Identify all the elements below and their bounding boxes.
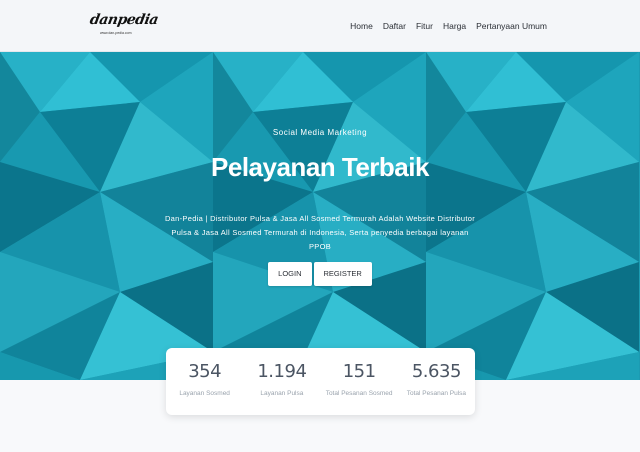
stat-value: 354 xyxy=(188,361,222,382)
hero-title: Pelayanan Terbaik xyxy=(211,152,429,182)
stat-label: Layanan Sosmed xyxy=(179,390,230,397)
stats-card: 354 Layanan Sosmed 1.194 Layanan Pulsa 1… xyxy=(166,348,475,415)
navbar: danpedia www.dan-pedia.com Home Daftar F… xyxy=(0,0,640,52)
stat-layanan-pulsa: 1.194 Layanan Pulsa xyxy=(243,348,320,415)
hero-eyebrow: Social Media Marketing xyxy=(272,128,368,137)
nav-item-fitur[interactable]: Fitur xyxy=(411,21,438,31)
nav-item-harga[interactable]: Harga xyxy=(438,21,471,31)
register-button[interactable]: REGISTER xyxy=(313,262,372,286)
logo-subtext: www.dan-pedia.com xyxy=(100,31,132,35)
hero-button-group: LOGIN REGISTER xyxy=(0,262,640,286)
nav-item-home[interactable]: Home xyxy=(345,21,378,31)
nav-item-daftar[interactable]: Daftar xyxy=(378,21,411,31)
stat-label: Total Pesanan Pulsa xyxy=(406,390,466,397)
stat-value: 151 xyxy=(342,361,376,382)
stat-label: Total Pesanan Sosmed xyxy=(325,390,393,397)
brand-logo[interactable]: danpedia www.dan-pedia.com xyxy=(89,12,160,38)
hero-section: Social Media Marketing Pelayanan Terbaik… xyxy=(0,52,640,380)
nav-menu: Home Daftar Fitur Harga Pertanyaan Umum xyxy=(345,0,552,52)
nav-item-pertanyaan-umum[interactable]: Pertanyaan Umum xyxy=(471,21,552,31)
login-button[interactable]: LOGIN xyxy=(268,262,312,286)
stat-label: Layanan Pulsa xyxy=(260,390,304,397)
stat-layanan-sosmed: 354 Layanan Sosmed xyxy=(166,348,243,415)
stat-value: 1.194 xyxy=(257,361,307,382)
logo-text: danpedia xyxy=(88,12,160,28)
stat-value: 5.635 xyxy=(411,361,462,382)
stat-total-pesanan-pulsa: 5.635 Total Pesanan Pulsa xyxy=(398,348,475,415)
stat-total-pesanan-sosmed: 151 Total Pesanan Sosmed xyxy=(321,348,398,415)
hero-description: Dan-Pedia | Distributor Pulsa & Jasa All… xyxy=(164,214,476,251)
